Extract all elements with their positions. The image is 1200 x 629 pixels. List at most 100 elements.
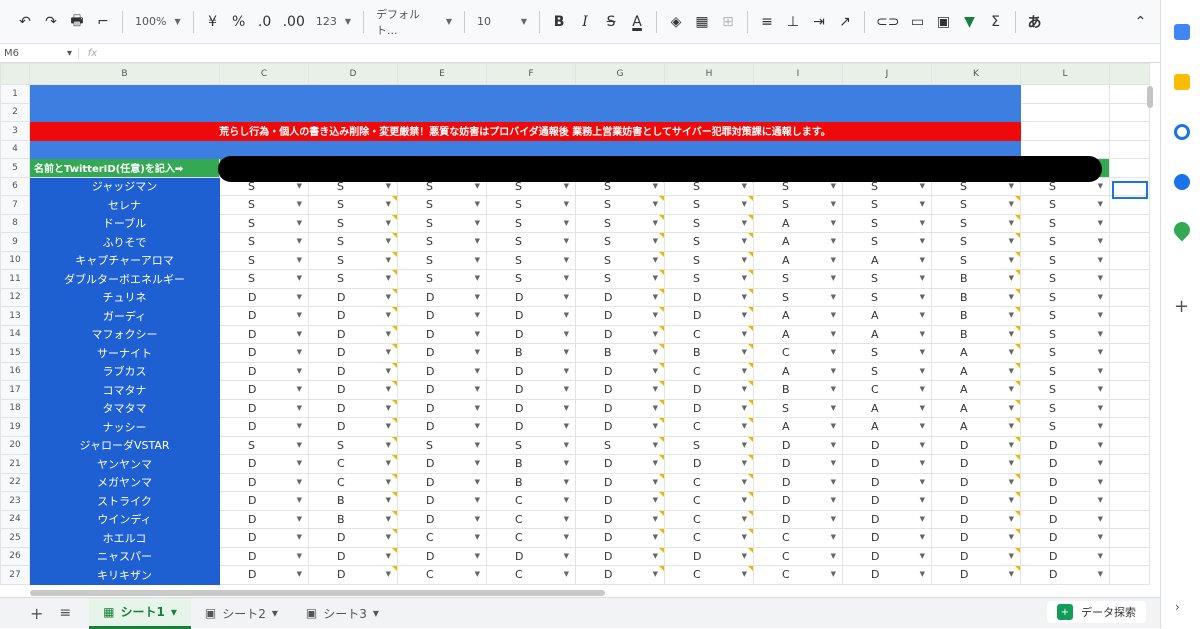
rating-cell[interactable]: C ▼ <box>753 565 843 585</box>
player-name-cell[interactable]: ドーブル <box>29 213 220 233</box>
rating-cell[interactable]: S ▼ <box>753 269 843 289</box>
dropdown-arrow-icon[interactable]: ▼ <box>742 182 747 190</box>
dropdown-arrow-icon[interactable]: ▼ <box>920 441 925 449</box>
rating-cell[interactable]: S ▼ <box>1020 306 1110 326</box>
rating-cell[interactable]: C ▼ <box>664 324 754 344</box>
dropdown-arrow-icon[interactable]: ▼ <box>920 200 925 208</box>
dropdown-arrow-icon[interactable]: ▼ <box>831 330 836 338</box>
dropdown-arrow-icon[interactable]: ▼ <box>475 311 480 319</box>
rating-cell[interactable]: C ▼ <box>664 528 754 548</box>
rating-cell[interactable]: S ▼ <box>575 195 665 215</box>
dropdown-arrow-icon[interactable]: ▼ <box>1098 515 1103 523</box>
cell[interactable] <box>1109 528 1150 548</box>
dropdown-arrow-icon[interactable]: ▼ <box>386 256 391 264</box>
column-header[interactable]: J <box>842 63 932 85</box>
dropdown-arrow-icon[interactable]: ▼ <box>564 478 569 486</box>
rating-cell[interactable]: D ▼ <box>575 306 665 326</box>
rating-cell[interactable]: B ▼ <box>575 343 665 363</box>
rating-cell[interactable]: S ▼ <box>1020 343 1110 363</box>
text-rotate-icon[interactable]: ↗ <box>834 9 856 35</box>
dropdown-arrow-icon[interactable]: ▼ <box>920 404 925 412</box>
rating-cell[interactable]: S ▼ <box>753 287 843 307</box>
row-header[interactable]: 9 <box>0 232 30 252</box>
rating-cell[interactable]: S ▼ <box>842 269 932 289</box>
dropdown-arrow-icon[interactable]: ▼ <box>386 274 391 282</box>
rating-cell[interactable]: A ▼ <box>842 324 932 344</box>
align-vertical-icon[interactable]: ⊥ <box>782 9 804 35</box>
dropdown-arrow-icon[interactable]: ▼ <box>742 348 747 356</box>
italic-button[interactable]: I <box>574 9 596 35</box>
dropdown-arrow-icon[interactable]: ▼ <box>653 237 658 245</box>
dropdown-arrow-icon[interactable]: ▼ <box>475 570 480 578</box>
dropdown-arrow-icon[interactable]: ▼ <box>920 367 925 375</box>
rating-cell[interactable]: D ▼ <box>486 324 576 344</box>
rating-cell[interactable]: B ▼ <box>931 287 1021 307</box>
rating-cell[interactable]: S ▼ <box>397 435 487 455</box>
dropdown-arrow-icon[interactable]: ▼ <box>564 256 569 264</box>
rating-cell[interactable]: C ▼ <box>753 546 843 566</box>
column-header[interactable]: K <box>931 63 1021 85</box>
column-header[interactable]: I <box>753 63 843 85</box>
rating-cell[interactable]: D ▼ <box>397 454 487 474</box>
column-header[interactable]: E <box>397 63 487 85</box>
dropdown-arrow-icon[interactable]: ▼ <box>297 404 302 412</box>
rating-cell[interactable]: D ▼ <box>1020 528 1110 548</box>
dropdown-arrow-icon[interactable]: ▼ <box>297 274 302 282</box>
dropdown-arrow-icon[interactable]: ▼ <box>386 459 391 467</box>
dropdown-arrow-icon[interactable]: ▼ <box>653 274 658 282</box>
rating-cell[interactable]: D ▼ <box>575 491 665 511</box>
rating-cell[interactable]: C ▼ <box>753 528 843 548</box>
sheet-tab[interactable]: ▦ シート1 ▾ <box>89 597 191 629</box>
zoom-select[interactable]: 100% ▼ <box>131 15 185 28</box>
player-name-cell[interactable]: ジャローダVSTAR <box>29 435 220 455</box>
rating-cell[interactable]: D ▼ <box>486 398 576 418</box>
name-box[interactable]: M6 ▾ <box>0 48 78 59</box>
player-name-cell[interactable]: マフォクシー <box>29 324 220 344</box>
row-header[interactable]: 17 <box>0 380 30 400</box>
cell[interactable] <box>1109 287 1150 307</box>
dropdown-arrow-icon[interactable]: ▼ <box>297 515 302 523</box>
cell[interactable] <box>753 84 1021 104</box>
rating-cell[interactable]: D ▼ <box>575 454 665 474</box>
rating-cell[interactable]: D ▼ <box>397 491 487 511</box>
row-header[interactable]: 15 <box>0 343 30 363</box>
filter-icon[interactable]: ▼ <box>959 9 981 35</box>
rating-cell[interactable]: S ▼ <box>664 435 754 455</box>
row-header[interactable]: 7 <box>0 195 30 215</box>
rating-cell[interactable]: D ▼ <box>753 491 843 511</box>
rating-cell[interactable]: D ▼ <box>575 287 665 307</box>
rating-cell[interactable]: S ▼ <box>1020 213 1110 233</box>
cell[interactable] <box>1109 343 1150 363</box>
dropdown-arrow-icon[interactable]: ▼ <box>653 367 658 375</box>
rating-cell[interactable]: A ▼ <box>753 361 843 381</box>
rating-cell[interactable]: S ▼ <box>397 269 487 289</box>
row-header[interactable]: 23 <box>0 491 30 511</box>
dropdown-arrow-icon[interactable]: ▼ <box>831 385 836 393</box>
rating-cell[interactable]: S ▼ <box>931 232 1021 252</box>
row-header[interactable]: 4 <box>0 139 30 159</box>
dropdown-arrow-icon[interactable]: ▼ <box>742 496 747 504</box>
cell[interactable] <box>1109 380 1150 400</box>
rating-cell[interactable]: A ▼ <box>931 361 1021 381</box>
strikethrough-button[interactable]: S <box>600 9 622 35</box>
dropdown-arrow-icon[interactable]: ▼ <box>653 182 658 190</box>
column-header[interactable]: L <box>1020 63 1110 85</box>
column-header[interactable]: F <box>486 63 576 85</box>
dropdown-arrow-icon[interactable]: ▼ <box>1009 219 1014 227</box>
rating-cell[interactable]: B ▼ <box>308 491 398 511</box>
rating-cell[interactable]: D ▼ <box>664 306 754 326</box>
rating-cell[interactable]: A ▼ <box>931 343 1021 363</box>
cell[interactable] <box>29 84 220 104</box>
rating-cell[interactable]: B ▼ <box>664 343 754 363</box>
increase-decimal-button[interactable]: .00 <box>280 9 308 35</box>
dropdown-arrow-icon[interactable]: ▼ <box>1098 478 1103 486</box>
dropdown-arrow-icon[interactable]: ▼ <box>475 441 480 449</box>
rating-cell[interactable]: A ▼ <box>753 324 843 344</box>
dropdown-arrow-icon[interactable]: ▼ <box>1009 367 1014 375</box>
dropdown-arrow-icon[interactable]: ▼ <box>564 552 569 560</box>
row-header[interactable]: 11 <box>0 269 30 289</box>
vertical-scrollbar[interactable] <box>1146 84 1154 584</box>
rating-cell[interactable]: A ▼ <box>753 232 843 252</box>
rating-cell[interactable]: D ▼ <box>1020 472 1110 492</box>
rating-cell[interactable]: D ▼ <box>931 565 1021 585</box>
